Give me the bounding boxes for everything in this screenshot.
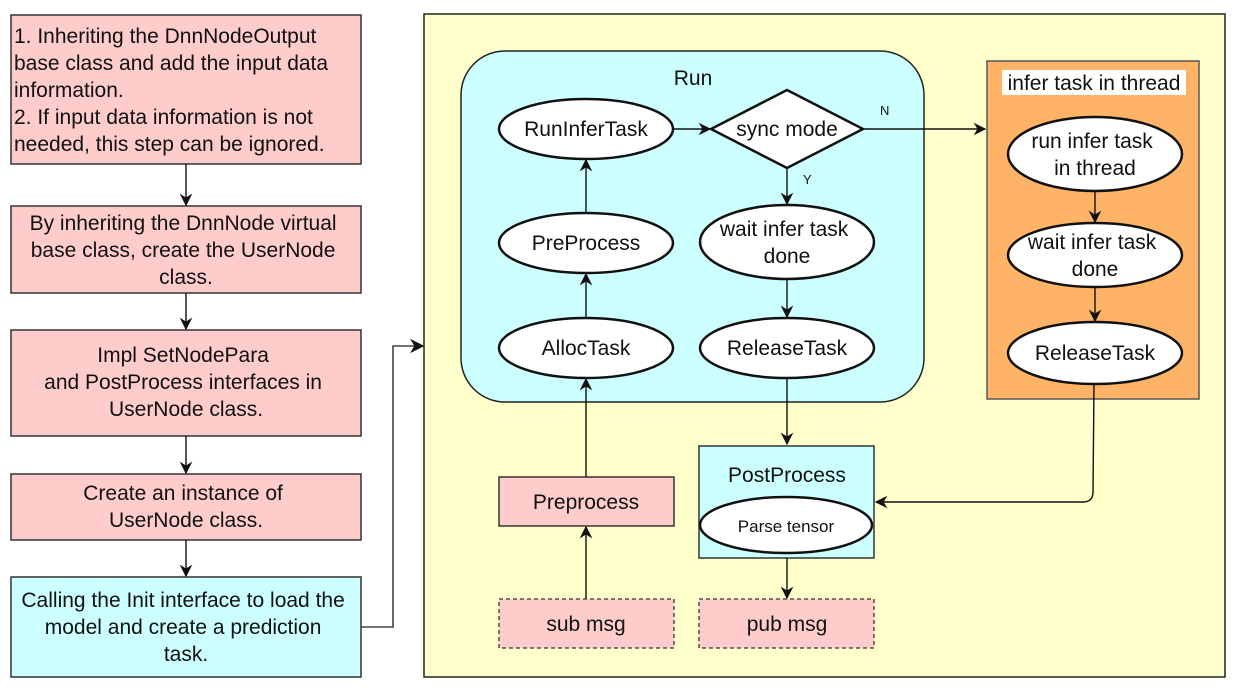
flowchart: 1. Inheriting the DnnNodeOutput base cla… — [10, 13, 1226, 678]
arrow-init-to-main — [361, 338, 425, 628]
node-preprocess-label: PreProcess — [532, 232, 641, 255]
postprocess-title: PostProcess — [728, 464, 846, 487]
thread-group-title: infer task in thread — [1008, 72, 1181, 95]
decision-sync-mode-label: sync mode — [736, 118, 838, 141]
node-release-task-label: ReleaseTask — [727, 337, 848, 360]
run-group: Run RunInferTask sync mode PreProcess wa… — [460, 50, 925, 403]
left-steps: 1. Inheriting the DnnNodeOutput base cla… — [10, 14, 362, 678]
sub-msg-label: sub msg — [546, 613, 625, 636]
label-yes: Y — [803, 172, 812, 187]
node-thread-release-task-label: ReleaseTask — [1035, 342, 1156, 365]
node-alloc-task-label: AllocTask — [542, 337, 631, 360]
run-group-title: Run — [674, 67, 713, 90]
preprocess-box-label: Preprocess — [533, 491, 639, 514]
node-run-infer-task-label: RunInferTask — [524, 118, 648, 141]
thread-group: infer task in thread run infer task in t… — [986, 60, 1200, 400]
label-no: N — [880, 103, 889, 118]
node-parse-tensor-label: Parse tensor — [738, 517, 835, 536]
pub-msg-label: pub msg — [747, 613, 828, 636]
